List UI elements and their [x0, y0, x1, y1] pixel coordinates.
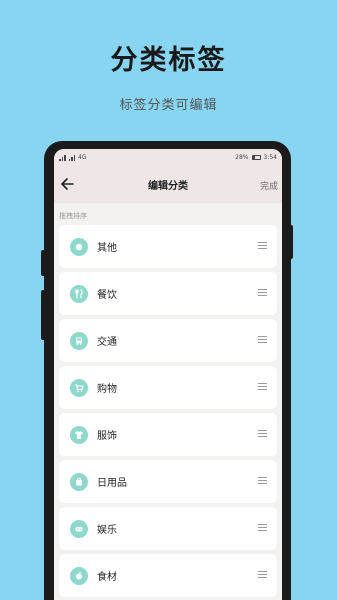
nav-bar: 编辑分类 完成 — [54, 166, 282, 203]
item-label: 交通 — [97, 337, 117, 348]
item-label: 服饰 — [97, 431, 117, 442]
list-item[interactable]: 娱乐 — [59, 507, 277, 550]
box-icon — [70, 472, 88, 491]
phone-screen: 4G 28% 3:54 编辑分类 完成 拖拽排序 其他 餐饮 交通 购物 服饰 … — [54, 149, 282, 600]
drag-handle-icon[interactable] — [258, 477, 267, 484]
cart-icon — [70, 378, 88, 397]
item-label: 食材 — [97, 572, 117, 583]
item-label: 娱乐 — [97, 525, 117, 536]
list-item[interactable]: 日用品 — [59, 460, 277, 503]
drag-handle-icon[interactable] — [258, 571, 267, 578]
utensils-icon — [70, 284, 88, 303]
food-icon — [70, 566, 88, 585]
gamepad-icon — [70, 519, 88, 538]
done-button[interactable]: 完成 — [260, 179, 278, 192]
hero-subtitle: 标签分类可编辑 — [119, 98, 218, 113]
item-label: 购物 — [97, 384, 117, 395]
list-item[interactable]: 服饰 — [59, 413, 277, 456]
signal-icon-2 — [68, 154, 75, 161]
item-label: 餐饮 — [97, 290, 117, 301]
drag-handle-icon[interactable] — [258, 336, 267, 343]
hero-title: 分类标签 — [110, 45, 227, 76]
back-arrow-icon[interactable] — [60, 175, 76, 193]
list-item[interactable]: 购物 — [59, 366, 277, 409]
page-title: 编辑分类 — [148, 181, 188, 192]
sort-hint: 拖拽排序 — [59, 212, 87, 220]
phone-volume-button — [41, 250, 45, 276]
phone-power-button — [289, 225, 293, 259]
drag-handle-icon[interactable] — [258, 524, 267, 531]
battery-icon — [251, 155, 261, 160]
dot-icon — [70, 237, 88, 256]
bus-icon — [70, 331, 88, 350]
drag-handle-icon[interactable] — [258, 242, 267, 249]
category-list: 其他 餐饮 交通 购物 服饰 日用品 娱乐 食材 — [54, 225, 282, 597]
list-item[interactable]: 其他 — [59, 225, 277, 268]
signal-icon — [59, 154, 66, 161]
drag-handle-icon[interactable] — [258, 383, 267, 390]
list-item[interactable]: 交通 — [59, 319, 277, 362]
shirt-icon — [70, 425, 88, 444]
phone-volume-button-2 — [41, 290, 45, 340]
drag-handle-icon[interactable] — [258, 430, 267, 437]
status-bar: 4G 28% 3:54 — [54, 149, 282, 166]
item-label: 其他 — [97, 243, 117, 254]
battery-text: 28% — [235, 154, 249, 161]
clock: 3:54 — [263, 154, 277, 161]
item-label: 日用品 — [97, 478, 127, 489]
list-item[interactable]: 餐饮 — [59, 272, 277, 315]
list-item[interactable]: 食材 — [59, 554, 277, 597]
network-type: 4G — [78, 154, 87, 161]
drag-handle-icon[interactable] — [258, 289, 267, 296]
